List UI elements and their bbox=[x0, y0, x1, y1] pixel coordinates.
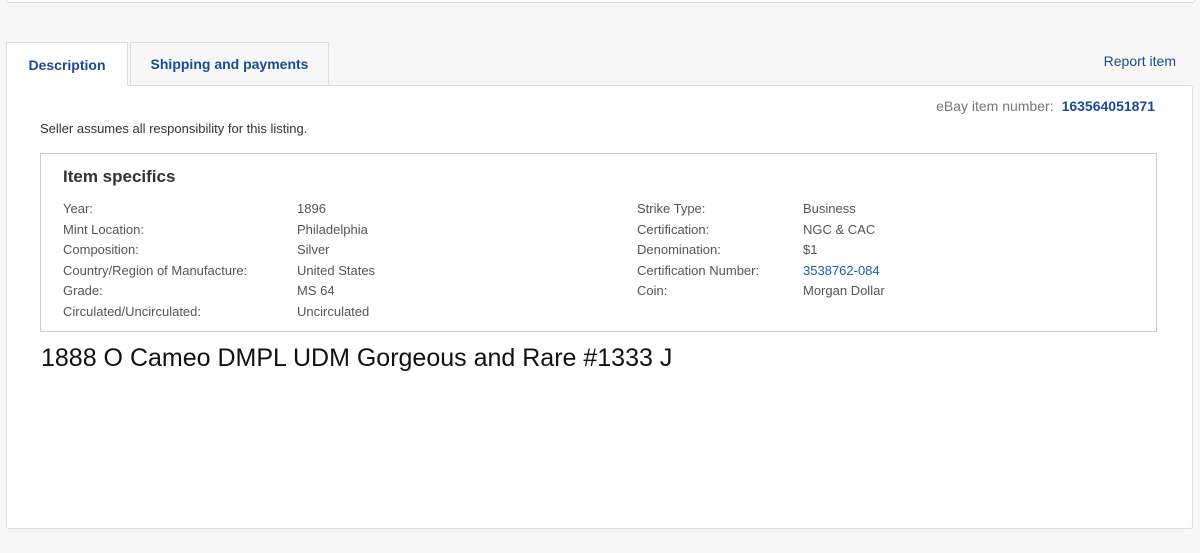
top-panel bbox=[6, 0, 1195, 3]
item-number: eBay item number: 163564051871 bbox=[936, 98, 1155, 114]
spec-value: Morgan Dollar bbox=[803, 283, 885, 298]
spec-label: Strike Type: bbox=[637, 201, 706, 216]
spec-label: Country/Region of Manufacture: bbox=[63, 262, 248, 278]
spec-label: Coin: bbox=[637, 283, 668, 298]
item-number-value[interactable]: 163564051871 bbox=[1062, 98, 1155, 114]
listing-title: 1888 O Cameo DMPL UDM Gorgeous and Rare … bbox=[41, 344, 673, 372]
item-number-label: eBay item number: bbox=[936, 98, 1054, 114]
spec-value: MS 64 bbox=[297, 283, 335, 298]
spec-value: United States bbox=[297, 262, 376, 278]
spec-value: Uncirculated bbox=[297, 303, 370, 319]
spec-label: Grade: bbox=[63, 283, 103, 298]
spec-value: Silver bbox=[297, 242, 330, 257]
spec-value: Philadelphia bbox=[297, 221, 368, 237]
item-specifics-box: Item specifics Year: 1896 Mint Location:… bbox=[40, 153, 1157, 332]
spec-value: 1896 bbox=[297, 201, 326, 216]
spec-value: $1 bbox=[803, 242, 818, 257]
spec-label: Mint Location: bbox=[63, 221, 144, 237]
spec-label: Denomination: bbox=[637, 242, 721, 257]
spec-value: Business bbox=[803, 201, 856, 216]
report-item-link[interactable]: Report item bbox=[1104, 53, 1176, 69]
seller-note: Seller assumes all responsibility for th… bbox=[40, 121, 308, 136]
spec-label: Certification Number: bbox=[637, 262, 760, 278]
spec-label: Composition: bbox=[63, 242, 139, 257]
item-specifics-title: Item specifics bbox=[63, 167, 176, 186]
certification-number-link[interactable]: 3538762-084 bbox=[803, 261, 880, 282]
description-panel: eBay item number: 163564051871 Seller ass… bbox=[6, 85, 1193, 529]
spec-label: Year: bbox=[63, 201, 93, 216]
spec-value: NGC & CAC bbox=[803, 221, 876, 237]
spec-label: Circulated/Uncirculated: bbox=[63, 303, 202, 319]
spec-label: Certification: bbox=[637, 221, 710, 237]
tab-shipping-and-payments[interactable]: Shipping and payments bbox=[130, 42, 329, 85]
tab-description[interactable]: Description bbox=[6, 42, 128, 86]
